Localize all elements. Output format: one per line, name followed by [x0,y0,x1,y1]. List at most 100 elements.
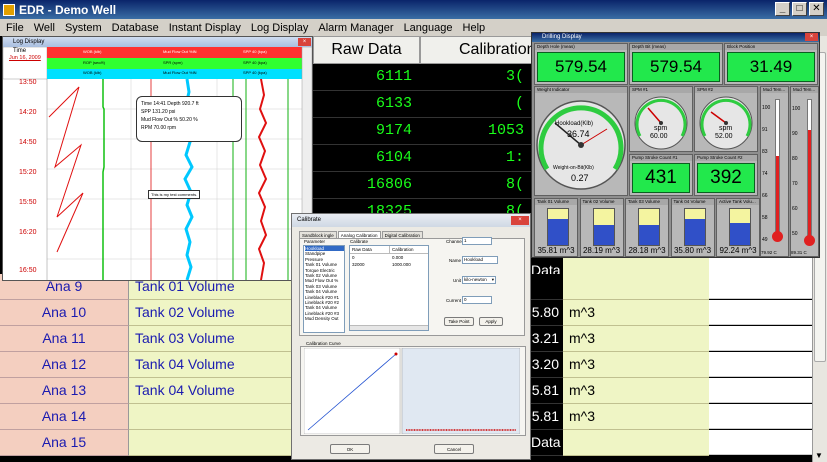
raw-cell[interactable]: 16806 [313,172,420,199]
current-label: Current [446,298,462,303]
blank-cell [709,404,812,429]
spm2-panel[interactable]: SPM #2 spm 52.00 [694,86,758,152]
drilling-display-window[interactable]: Drilling Display × Depth Hole (meas) 579… [531,32,820,258]
cal-cell[interactable]: 3( [420,64,532,91]
cal-cell[interactable]: 8( [420,172,532,199]
parameter-list[interactable]: Hookload Standpipe Pressure Tank 01 Volume… [303,245,345,333]
menu-instant-display[interactable]: Instant Display [163,22,245,34]
tick-label: 58 [762,215,768,221]
time-label: 14:50 [19,139,37,146]
pump-stroke-2-panel[interactable]: Pump Stroke Count #2 392 [694,154,758,196]
calibration-table[interactable]: Raw Data Calibration 0 0.000 32000 1000.… [349,245,429,331]
value-cell: 5.81 [531,378,563,404]
tank-5-panel[interactable]: Active Tank Volu... 92.24 m^3 [716,198,760,257]
list-item[interactable]: Standpipe Pressure [305,251,344,262]
pump-stroke-1-panel[interactable]: Pump Stroke Count #1 431 [629,154,693,196]
tank-value: 92.24 m^3 [719,246,757,255]
spm2-gauge [699,96,753,150]
raw-cell[interactable]: 6104 [313,145,420,172]
menu-log-display[interactable]: Log Display [245,22,312,34]
cal-raw-cell: 32000 [352,262,365,267]
tank-value: 35.81 m^3 [537,246,575,255]
close-button[interactable]: ✕ [809,2,824,16]
apply-button[interactable]: Apply [479,317,503,326]
tank-2-panel[interactable]: Tank 02 Volume 28.19 m^3 [579,198,624,257]
panel-label: Tank 04 Volume [671,199,714,205]
log-chart[interactable] [3,47,312,280]
channel-input[interactable]: 1 [462,237,492,245]
table-row[interactable]: 0 0.000 [350,254,428,261]
menu-well[interactable]: Well [28,22,59,34]
mud-temp-2-panel[interactable]: Mud Tem... 100 90 80 70 60 50 89.31 C [790,86,819,257]
cal-cell[interactable]: 1: [420,145,532,172]
log-comment[interactable]: This is my test comments. [148,190,201,199]
list-item[interactable]: Mud Density Out [305,316,344,321]
tick-label: 83 [762,149,768,155]
raw-cell[interactable]: 6133 [313,91,420,118]
tank-1-panel[interactable]: Tank 01 Volume 35.81 m^3 [534,198,578,257]
blank-cell [709,352,812,377]
spm1-value: 60.00 [650,133,668,140]
cal-cell[interactable]: ( [420,91,532,118]
log-display-window[interactable]: Log Display × Time Jun 16, 2009 WOB (klb… [2,36,313,281]
name-input[interactable]: Hookload [462,256,498,264]
col-raw-data[interactable]: Raw Data [350,246,390,253]
drilling-close-icon[interactable]: × [805,33,818,41]
panel-label: Pump Stroke Count #1 [630,155,692,161]
calibration-header[interactable]: Calibration [420,36,535,64]
calibrate-close-icon[interactable]: × [511,216,529,225]
cal-raw-cell: 0 [352,255,355,260]
cancel-button[interactable]: Cancel [434,444,474,454]
menu-help[interactable]: Help [457,22,490,34]
panel-label: SPM #1 [630,87,692,93]
col-calibration[interactable]: Calibration [390,246,428,253]
spm1-panel[interactable]: SPM #1 spm 60.00 [629,86,693,152]
raw-cell[interactable]: 6111 [313,64,420,91]
calibration-column: 3( ( 1053 1: 8( 8( [420,64,532,226]
depth-bit-panel[interactable]: Depth Bit (meas) 579.54 [629,43,723,85]
drilling-window-title: Drilling Display [542,34,582,40]
raw-data-header[interactable]: Raw Data [313,36,420,64]
value-cell: 5.81 [531,404,563,430]
table-row[interactable]: 32000 1000.000 [350,261,428,268]
calibrate-dialog[interactable]: Calibrate × Sandblock ingle Analog Calib… [291,213,531,460]
menu-alarm-manager[interactable]: Alarm Manager [312,22,397,34]
blank-cell [709,378,812,403]
thermo1-bulb [772,231,783,242]
scroll-down-arrow-icon[interactable]: ▼ [815,451,823,460]
maximize-button[interactable]: □ [792,2,807,16]
panel-label: Tank 01 Volume [535,199,577,205]
tank-3-panel[interactable]: Tank 03 Volume 28.18 m^3 [625,198,669,257]
menu-language[interactable]: Language [398,22,457,34]
minimize-button[interactable]: _ [775,2,790,16]
tank-level-bar [638,208,660,246]
take-point-button[interactable]: Take Point [444,317,474,326]
weight-indicator-panel[interactable]: Weight Indicator Hookload(Klb) 36.74 Wei… [534,86,628,196]
mud-temp-1-panel[interactable]: Mud Tem... 100 91 83 74 66 58 49 79.92 C [760,86,789,257]
cal-table-header: Calibrate [350,239,369,244]
log-date-link[interactable]: Jun 16, 2009 [9,55,41,61]
time-column-label: Time [13,48,27,54]
ok-button[interactable]: OK [330,444,370,454]
current-input[interactable]: 0 [462,296,492,304]
spm1-gauge [634,96,688,150]
drilling-window-titlebar: Drilling Display × [532,33,819,42]
blank-cell [709,326,812,351]
menu-database[interactable]: Database [106,22,163,34]
unit-select[interactable]: kilo-newton ▾ [462,276,496,284]
cal-cell[interactable]: 1053 [420,118,532,145]
block-position-panel[interactable]: Block Position 31.49 [724,43,818,85]
tank-4-panel[interactable]: Tank 04 Volume 35.80 m^3 [670,198,715,257]
menu-system[interactable]: System [59,22,106,34]
value-cell: 5.80 [531,300,563,326]
log-close-icon[interactable]: × [298,38,311,46]
raw-cell[interactable]: 9174 [313,118,420,145]
depth-hole-panel[interactable]: Depth Hole (meas) 579.54 [534,43,628,85]
ana-cell: Ana 10 [0,300,129,326]
thermo2-bulb [804,235,815,246]
track-header: ROP (sec/ft) [83,60,105,65]
menu-file[interactable]: File [0,22,28,34]
cal-table-hscroll[interactable] [350,325,428,330]
blank-cell [709,430,812,455]
time-label: 16:20 [19,229,37,236]
